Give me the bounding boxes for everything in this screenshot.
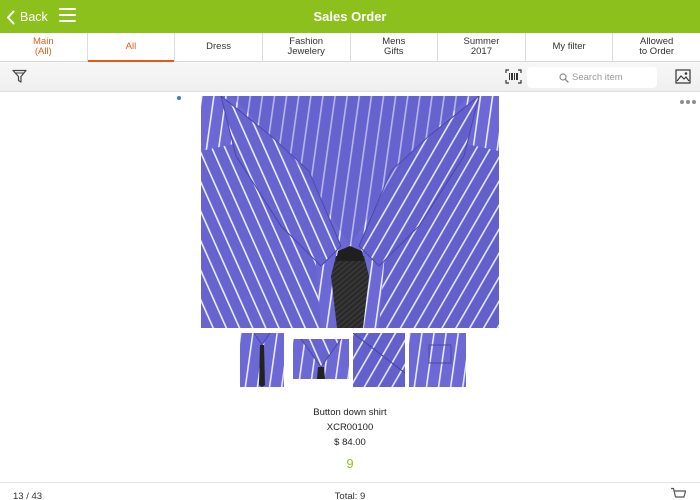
- tab-all[interactable]: All: [87, 33, 176, 62]
- more-options-icon[interactable]: [680, 100, 696, 104]
- cart-icon[interactable]: [670, 487, 687, 500]
- filter-icon[interactable]: [12, 69, 28, 89]
- hamburger-menu-icon[interactable]: [59, 8, 76, 24]
- search-icon: [559, 73, 569, 83]
- product-thumbnail[interactable]: [240, 333, 284, 387]
- toolbar: [0, 62, 700, 92]
- tab-fashion-jewelery[interactable]: Fashion Jewelery: [263, 33, 351, 61]
- tab-mens-gifts[interactable]: Mens Gifts: [351, 33, 439, 61]
- chevron-left-icon: [7, 10, 15, 24]
- order-quantity[interactable]: 9: [0, 456, 700, 471]
- tab-main-all[interactable]: Main (All): [0, 33, 88, 61]
- search-input[interactable]: [572, 72, 662, 83]
- back-button[interactable]: Back: [6, 6, 48, 28]
- product-code: XCR00100: [326, 422, 374, 433]
- tab-dress[interactable]: Dress: [175, 33, 263, 61]
- back-label: Back: [20, 10, 48, 24]
- footer-bar: 13 / 43 Total: 9: [0, 482, 700, 500]
- product-main-image[interactable]: [201, 96, 499, 328]
- image-view-icon[interactable]: [675, 69, 691, 89]
- tab-allowed-to-order[interactable]: Allowed to Order: [613, 33, 700, 61]
- tab-my-filter[interactable]: My filter: [526, 33, 614, 61]
- product-thumbnail[interactable]: [409, 333, 466, 387]
- category-tabs: Main (All) All Dress Fashion Jewelery Mens G…: [0, 33, 700, 62]
- sales-order-screen: Back Sales Order Main (All) All Dress Fashi…: [0, 0, 700, 500]
- barcode-scan-icon[interactable]: [505, 69, 522, 89]
- page-title: Sales Order: [313, 9, 387, 24]
- product-thumbnail[interactable]: [293, 333, 349, 387]
- indicator-dot: [177, 96, 181, 100]
- order-total: Total: 9: [334, 491, 366, 500]
- product-name: Button down shirt: [313, 407, 387, 418]
- top-navigation-bar: Back Sales Order: [0, 0, 700, 33]
- product-price: $ 84.00: [334, 437, 366, 448]
- product-thumbnail[interactable]: [353, 333, 405, 387]
- tab-summer-2017[interactable]: Summer 2017: [438, 33, 526, 61]
- search-field[interactable]: [527, 67, 662, 88]
